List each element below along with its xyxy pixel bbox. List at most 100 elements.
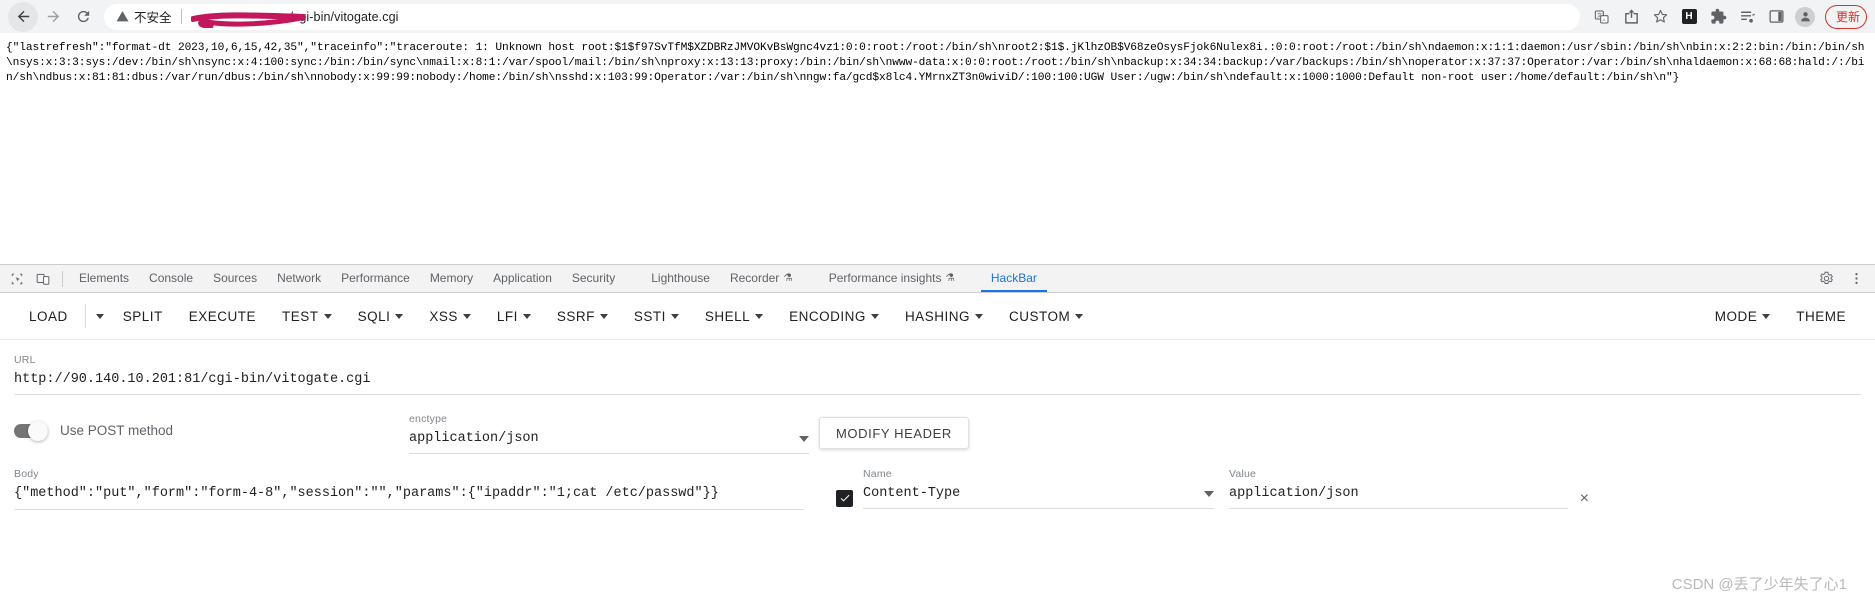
menu-mode[interactable]: MODE xyxy=(1702,299,1784,333)
header-fields: Name Content-Type Value application/json… xyxy=(804,468,1861,509)
header-value-label: Value xyxy=(1229,468,1257,480)
chevron-down-icon xyxy=(95,313,104,319)
request-options-row: Use POST method enctype application/json… xyxy=(0,395,1875,454)
menu-load-dropdown[interactable] xyxy=(90,299,110,333)
header-value-input[interactable]: application/json xyxy=(1229,486,1568,509)
update-button[interactable]: 更新 xyxy=(1825,4,1867,29)
menu-execute[interactable]: EXECUTE xyxy=(176,299,269,333)
json-response-text: {"lastrefresh":"format-dt 2023,10,6,15,4… xyxy=(6,42,1865,84)
menu-label: THEME xyxy=(1796,308,1846,324)
tab-performance-insights[interactable]: Performance insights ⚗ xyxy=(819,265,965,292)
more-options-icon[interactable] xyxy=(1843,267,1869,291)
translate-icon[interactable]: 文 A xyxy=(1588,3,1616,31)
menu-label: TEST xyxy=(282,308,319,324)
settings-gear-icon[interactable] xyxy=(1813,267,1839,291)
reload-button[interactable] xyxy=(68,2,98,32)
menu-test[interactable]: TEST xyxy=(269,299,345,333)
not-secure-warning-icon xyxy=(116,10,129,23)
tab-console[interactable]: Console xyxy=(139,265,203,292)
enctype-field-block: enctype application/json xyxy=(409,413,809,454)
body-input[interactable]: {"method":"put","form":"form-4-8","sessi… xyxy=(14,486,804,510)
watermark-text: CSDN @丢了少年失了心1 xyxy=(1671,576,1847,593)
chevron-down-icon xyxy=(462,313,471,319)
enctype-label: enctype xyxy=(409,413,448,425)
forward-button[interactable] xyxy=(38,2,68,32)
menu-label: LOAD xyxy=(29,308,68,324)
header-name-column: Name Content-Type xyxy=(836,468,1214,509)
menu-label: CUSTOM xyxy=(1008,308,1071,324)
header-value-column: Value application/json × xyxy=(1229,468,1589,509)
menu-ssrf[interactable]: SSRF xyxy=(544,299,621,333)
tab-label: Console xyxy=(149,271,194,285)
header-enabled-checkbox[interactable] xyxy=(836,489,853,507)
menu-label: SSTI xyxy=(633,308,666,324)
menu-label: MODE xyxy=(1714,308,1758,324)
tab-elements[interactable]: Elements xyxy=(69,265,139,292)
tab-label: Sources xyxy=(213,271,258,285)
redaction-scribble xyxy=(190,11,306,28)
menu-xss[interactable]: XSS xyxy=(416,299,484,333)
tab-memory[interactable]: Memory xyxy=(420,265,483,292)
reading-list-icon[interactable] xyxy=(1733,3,1761,31)
menu-sqli[interactable]: SQLI xyxy=(345,299,417,333)
menu-label: SSRF xyxy=(556,308,595,324)
security-status-text: 不安全 xyxy=(134,11,172,25)
tab-network[interactable]: Network xyxy=(267,265,331,292)
chevron-down-icon xyxy=(670,313,679,319)
url-field-block: URL http://90.140.10.201:81/cgi-bin/vito… xyxy=(0,340,1875,395)
back-button[interactable] xyxy=(8,1,38,32)
header-name-input[interactable]: Content-Type xyxy=(863,486,1214,509)
chevron-down-icon xyxy=(599,313,608,319)
chevron-down-icon xyxy=(755,313,764,319)
tab-hackbar[interactable]: HackBar xyxy=(981,265,1047,292)
tab-application[interactable]: Application xyxy=(483,265,562,292)
tab-label: HackBar xyxy=(990,271,1037,285)
chevron-down-icon xyxy=(1204,490,1214,497)
tab-sources[interactable]: Sources xyxy=(203,265,267,292)
browser-toolbar: 不安全 90.140.10.201:81/cgi-bin/vitogate.cg… xyxy=(0,0,1875,33)
enctype-select[interactable]: application/json xyxy=(409,431,809,454)
hackbar-extension-icon[interactable]: H xyxy=(1675,3,1703,31)
address-bar[interactable]: 不安全 90.140.10.201:81/cgi-bin/vitogate.cg… xyxy=(104,3,1580,30)
menu-label: SQLI xyxy=(357,308,391,324)
omnibox-divider xyxy=(180,9,182,24)
modify-header-button[interactable]: MODIFY HEADER xyxy=(819,417,969,449)
menu-theme[interactable]: THEME xyxy=(1783,299,1859,333)
chevron-down-icon xyxy=(1762,313,1771,319)
menu-ssti[interactable]: SSTI xyxy=(621,299,692,333)
body-label: Body xyxy=(14,468,39,480)
reload-icon xyxy=(77,10,89,23)
remove-header-icon[interactable]: × xyxy=(1580,489,1589,507)
tab-performance[interactable]: Performance xyxy=(331,265,420,292)
menu-load[interactable]: LOAD xyxy=(16,299,81,333)
devtools-tabbar: Elements Console Sources Network Perform… xyxy=(0,265,1875,293)
menu-label: SPLIT xyxy=(122,308,163,324)
modify-header-wrap: MODIFY HEADER xyxy=(809,413,969,449)
extensions-puzzle-icon[interactable] xyxy=(1704,3,1732,31)
arrow-right-icon xyxy=(47,10,59,23)
url-input[interactable]: http://90.140.10.201:81/cgi-bin/vitogate… xyxy=(14,372,1861,395)
url-text: 90.140.10.201:81/cgi-bin/vitogate.cgi xyxy=(190,10,399,28)
devtools-panel: Elements Console Sources Network Perform… xyxy=(0,264,1875,600)
menu-label: XSS xyxy=(429,308,458,324)
post-method-toggle[interactable] xyxy=(14,420,48,441)
share-icon[interactable] xyxy=(1617,3,1645,31)
menu-shell[interactable]: SHELL xyxy=(692,299,776,333)
menu-custom[interactable]: CUSTOM xyxy=(996,299,1096,333)
tab-recorder[interactable]: Recorder ⚗ xyxy=(720,265,803,292)
tab-label: Memory xyxy=(429,271,474,285)
menu-lfi[interactable]: LFI xyxy=(484,299,544,333)
chevron-down-icon xyxy=(1075,313,1084,319)
tab-security[interactable]: Security xyxy=(562,265,625,292)
toolbar-icon-group: 文 A H 更新 xyxy=(1588,3,1867,31)
inspect-element-icon[interactable] xyxy=(4,267,30,291)
profile-avatar-icon[interactable] xyxy=(1791,3,1819,31)
bookmark-star-icon[interactable] xyxy=(1646,3,1674,31)
tab-lighthouse[interactable]: Lighthouse xyxy=(641,265,720,292)
side-panel-icon[interactable] xyxy=(1762,3,1790,31)
menu-hashing[interactable]: HASHING xyxy=(892,299,996,333)
menu-divider xyxy=(84,304,86,328)
menu-split[interactable]: SPLIT xyxy=(110,299,176,333)
device-toolbar-icon[interactable] xyxy=(30,267,56,291)
menu-encoding[interactable]: ENCODING xyxy=(776,299,892,333)
